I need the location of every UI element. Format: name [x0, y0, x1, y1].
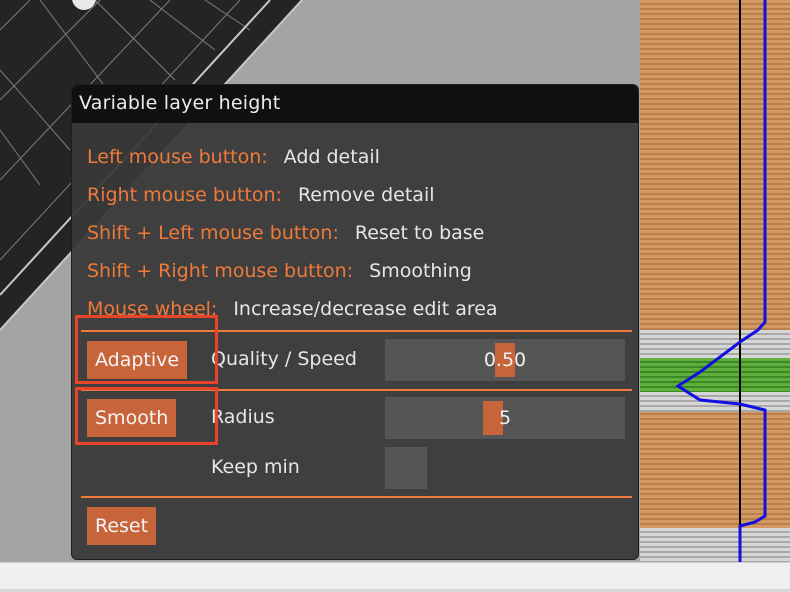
help-row-remove-detail: Right mouse button: Remove detail	[87, 184, 435, 206]
help-row-smoothing: Shift + Right mouse button: Smoothing	[87, 260, 472, 282]
help-value: Add detail	[283, 146, 380, 168]
quality-speed-label: Quality / Speed	[211, 348, 357, 370]
radius-label: Radius	[211, 406, 275, 428]
help-key: Shift + Right mouse button:	[87, 260, 354, 282]
help-value: Reset to base	[354, 222, 485, 244]
keep-min-label: Keep min	[211, 456, 300, 478]
layer-height-profile[interactable]	[640, 0, 790, 562]
help-value: Remove detail	[297, 184, 435, 206]
help-row-add-detail: Left mouse button: Add detail	[87, 146, 380, 168]
radius-slider[interactable]: 5	[385, 397, 625, 439]
dialog-title: Variable layer height	[72, 85, 638, 123]
help-row-reset-to-base: Shift + Left mouse button: Reset to base	[87, 222, 484, 244]
keep-min-checkbox[interactable]	[385, 447, 427, 489]
smooth-highlight-box	[75, 387, 218, 445]
reset-button[interactable]: Reset	[87, 507, 157, 545]
quality-speed-slider[interactable]: 0.50	[385, 339, 625, 381]
status-bar	[0, 562, 790, 592]
adaptive-highlight-box	[75, 315, 218, 384]
slider-value: 5	[498, 407, 512, 429]
help-key: Right mouse button:	[87, 184, 282, 206]
slider-value: 0.50	[483, 349, 527, 371]
help-value: Smoothing	[369, 260, 472, 282]
help-key: Shift + Left mouse button:	[87, 222, 339, 244]
help-key: Left mouse button:	[87, 146, 268, 168]
layer-profile-curve	[675, 0, 767, 562]
separator	[81, 496, 632, 498]
help-value: Increase/decrease edit area	[233, 298, 498, 320]
